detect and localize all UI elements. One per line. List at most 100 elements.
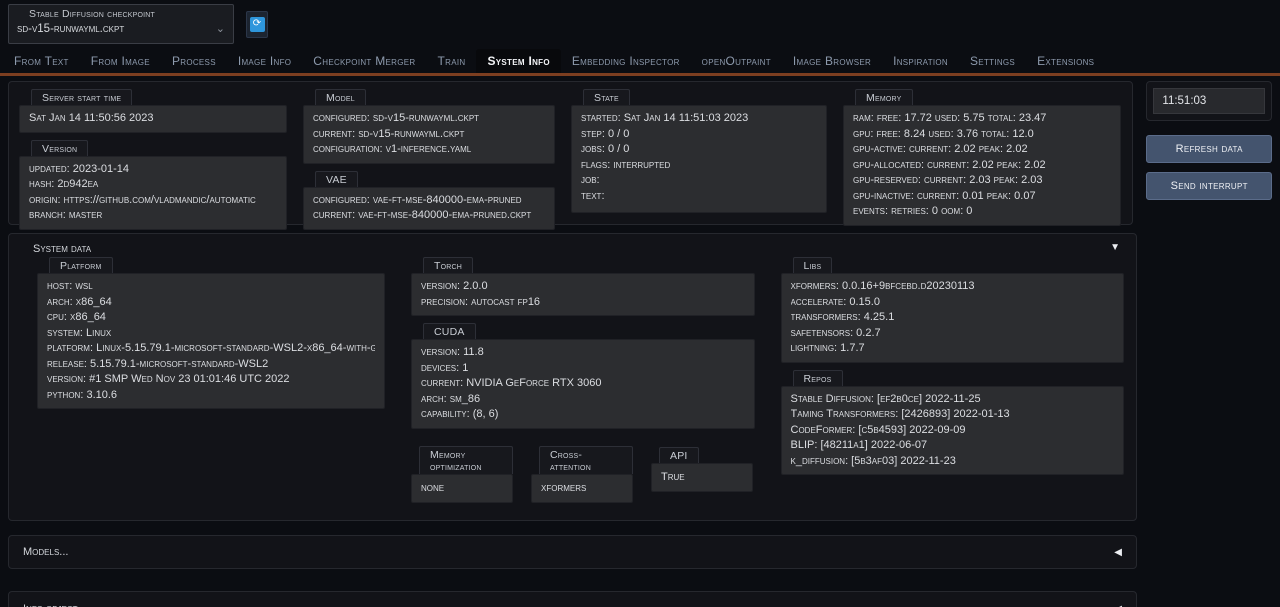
server-start-time-label: Server start time [31,89,132,105]
info-line: started: Sat Jan 14 11:51:03 2023 [581,111,817,127]
state-label: State [583,89,630,105]
info-line: accelerate: 0.15.0 [791,295,1115,311]
info-line: transformers: 4.25.1 [791,310,1115,326]
memory-label: Memory [855,89,913,105]
model-label: Model [315,89,366,105]
main-tab[interactable]: Train [427,49,477,73]
main-tab[interactable]: From Text [3,49,80,73]
info-line: text: [581,189,817,205]
platform-box: host: wslarch: x86_64cpu: x86_64system: … [37,273,385,409]
info-line: jobs: 0 / 0 [581,142,817,158]
api-value: True [651,463,753,493]
info-object-accordion[interactable]: Info object ◀ [8,591,1137,607]
cross-attention-value: xformers [531,474,633,504]
current-time-field[interactable]: 11:51:03 [1153,88,1265,114]
info-line: Taming Transformers: [2426893] 2022-01-1… [791,407,1115,423]
info-line: configuration: v1-inference.yaml [313,142,545,158]
info-line: branch: master [29,208,277,224]
info-object-accordion-label: Info object [23,603,78,607]
info-line: job: [581,173,817,189]
collapsed-triangle-icon[interactable]: ◀ [1114,547,1122,558]
info-line: gpu-inactive: current: 0.01 peak: 0.07 [853,189,1111,205]
main-tab[interactable]: From Image [80,49,161,73]
vae-box: configured: vae-ft-mse-840000-ema-pruned… [303,187,555,230]
main-tab[interactable]: openOutpaint [691,49,782,73]
version-label: Version [31,140,88,156]
info-line: safetensors: 0.2.7 [791,326,1115,342]
info-line: hash: 2d942ea [29,177,277,193]
info-line: xformers: 0.0.16+9bfcebd.d20230113 [791,279,1115,295]
models-accordion[interactable]: Models... ◀ [8,535,1137,569]
info-line: BLIP: [48211a1] 2022-06-07 [791,438,1115,454]
info-line: arch: x86_64 [47,295,375,311]
info-line: gpu: free: 8.24 used: 3.76 total: 12.0 [853,127,1111,143]
side-panel: 11:51:03 Refresh data Send interrupt [1146,81,1272,209]
main-tab[interactable]: Image Info [227,49,302,73]
info-line: version: 11.8 [421,345,745,361]
chevron-down-icon[interactable]: ⌄ [216,25,225,33]
info-line: current: vae-ft-mse-840000-ema-pruned.ck… [313,208,545,224]
info-line: host: wsl [47,279,375,295]
info-line: Stable Diffusion: [ef2b0ce] 2022-11-25 [791,392,1115,408]
checkpoint-dropdown[interactable]: Stable Diffusion checkpoint sd-v15-runwa… [8,4,234,44]
api-label: API [659,447,699,463]
server-info-panel: Server start time Sat Jan 14 11:50:56 20… [8,81,1133,225]
info-line: python: 3.10.6 [47,388,375,404]
state-box: started: Sat Jan 14 11:51:03 2023step: 0… [571,105,827,213]
system-data-panel: ▼ System data Platform host: wslarch: x8… [8,233,1137,521]
time-card: 11:51:03 [1146,81,1272,121]
cuda-box: version: 11.8devices: 1current: NVIDIA G… [411,339,755,429]
main-tab[interactable]: Image Browser [782,49,882,73]
info-line: release: 5.15.79.1-microsoft-standard-WS… [47,357,375,373]
main-tab[interactable]: Extensions [1026,49,1105,73]
checkpoint-label: Stable Diffusion checkpoint [17,8,225,20]
cross-attention-label: Cross-attention [539,446,633,474]
info-line: step: 0 / 0 [581,127,817,143]
main-tab[interactable]: Checkpoint Merger [302,49,426,73]
checkpoint-value[interactable]: sd-v15-runwayml.ckpt [17,23,124,35]
info-line: gpu-active: current: 2.02 peak: 2.02 [853,142,1111,158]
info-line: lightning: 1.7.7 [791,341,1115,357]
repos-box: Stable Diffusion: [ef2b0ce] 2022-11-25Ta… [781,386,1125,476]
main-tab[interactable]: Settings [959,49,1026,73]
main-tab[interactable]: Process [161,49,227,73]
model-box: configured: sd-v15-runwayml.ckptcurrent:… [303,105,555,164]
main-tab[interactable]: System Info [476,49,560,73]
info-line: CodeFormer: [c5b4593] 2022-09-09 [791,423,1115,439]
info-line: devices: 1 [421,361,745,377]
info-line: configured: sd-v15-runwayml.ckpt [313,111,545,127]
cuda-label: CUDA [423,323,476,339]
repos-label: Repos [793,370,843,386]
info-line: gpu-reserved: current: 2.03 peak: 2.03 [853,173,1111,189]
server-start-time-value: Sat Jan 14 11:50:56 2023 [19,105,287,133]
info-line: origin: https://github.com/vladmandic/au… [29,193,277,209]
memory-optimization-value: none [411,474,513,504]
send-interrupt-button[interactable]: Send interrupt [1146,172,1272,200]
main-tab[interactable]: Embedding Inspector [561,49,691,73]
main-tab-bar: From TextFrom ImageProcessImage InfoChec… [0,48,1280,76]
torch-box: version: 2.0.0precision: autocast fp16 [411,273,755,316]
info-line: gpu-allocated: current: 2.02 peak: 2.02 [853,158,1111,174]
info-line: configured: vae-ft-mse-840000-ema-pruned [313,193,545,209]
info-line: current: sd-v15-runwayml.ckpt [313,127,545,143]
memory-optimization-label: Memory optimization [419,446,513,474]
refresh-checkpoint-button[interactable]: ⟳ [246,11,268,38]
info-line: version: 2.0.0 [421,279,745,295]
main-content: Server start time Sat Jan 14 11:50:56 20… [0,76,1280,607]
info-line: platform: Linux-5.15.79.1-microsoft-stan… [47,341,375,357]
info-line: current: NVIDIA GeForce RTX 3060 [421,376,745,392]
info-line: version: #1 SMP Wed Nov 23 01:01:46 UTC … [47,372,375,388]
info-line: precision: autocast fp16 [421,295,745,311]
main-tab[interactable]: Inspiration [882,49,959,73]
info-line: ram: free: 17.72 used: 5.75 total: 23.47 [853,111,1111,127]
info-line: arch: sm_86 [421,392,745,408]
refresh-icon: ⟳ [250,17,265,32]
refresh-data-button[interactable]: Refresh data [1146,135,1272,163]
info-line: system: Linux [47,326,375,342]
system-data-title: System data [33,243,1124,255]
info-line: events: retries: 0 oom: 0 [853,204,1111,220]
vae-label: VAE [315,171,358,187]
collapsed-triangle-icon[interactable]: ◀ [1114,604,1122,607]
collapse-triangle-icon[interactable]: ▼ [1110,242,1120,253]
memory-box: ram: free: 17.72 used: 5.75 total: 23.47… [843,105,1121,226]
